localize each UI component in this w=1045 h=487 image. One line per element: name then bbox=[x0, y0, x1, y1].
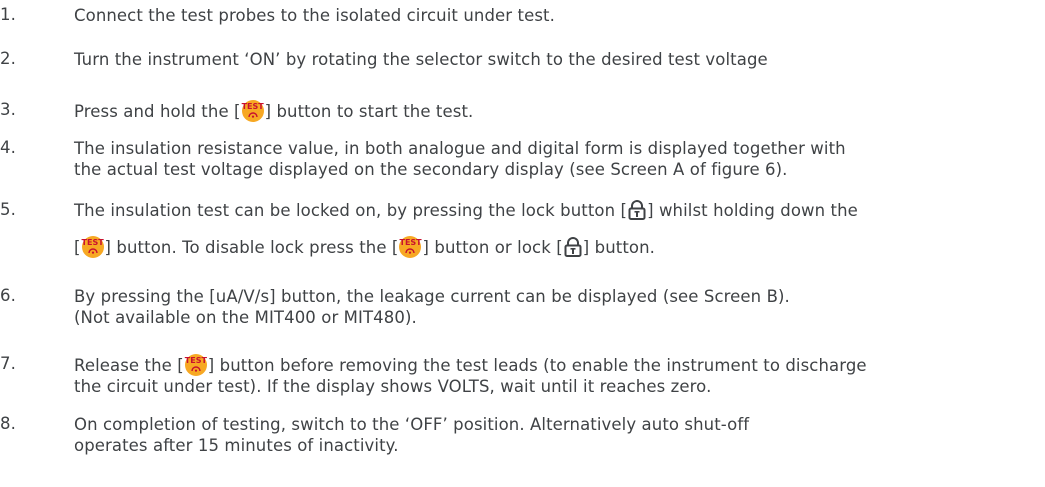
step-text: Turn the instrument ‘ON’ by rotating the… bbox=[74, 50, 768, 69]
step-number: 1. bbox=[0, 5, 16, 24]
lock-icon bbox=[628, 200, 646, 220]
step-text: ] button. To disable lock press the [ bbox=[104, 238, 399, 257]
test-button-icon: TEST bbox=[399, 236, 422, 258]
step-text: ] button before removing the test leads … bbox=[207, 356, 867, 375]
step-text: the actual test voltage displayed on the… bbox=[74, 160, 788, 179]
step-text: Release the [ bbox=[74, 356, 184, 375]
test-button-icon: TEST bbox=[184, 354, 207, 376]
step-text: ] button or lock [ bbox=[422, 238, 563, 257]
step-text: Press and hold the [ bbox=[74, 102, 241, 121]
step-text: The insulation test can be locked on, by… bbox=[74, 201, 628, 220]
step-text: [ bbox=[74, 238, 81, 257]
step-number: 4. bbox=[0, 138, 16, 157]
step-text: On completion of testing, switch to the … bbox=[74, 415, 750, 434]
test-button-icon: TEST bbox=[241, 100, 264, 122]
step-number: 8. bbox=[0, 414, 16, 433]
step-text: By pressing the [uA/V/s] button, the lea… bbox=[74, 287, 790, 306]
lock-icon bbox=[564, 237, 582, 257]
step-text: Connect the test probes to the isolated … bbox=[74, 6, 555, 25]
step-text: ] whilst holding down the bbox=[647, 201, 858, 220]
step-text: the circuit under test). If the display … bbox=[74, 377, 712, 396]
step-text: (Not available on the MIT400 or MIT480). bbox=[74, 308, 417, 327]
step-text: ] button to start the test. bbox=[264, 102, 474, 121]
step-text: operates after 15 minutes of inactivity. bbox=[74, 436, 399, 455]
step-number: 7. bbox=[0, 354, 16, 373]
step-text: ] button. bbox=[582, 238, 655, 257]
step-number: 5. bbox=[0, 200, 16, 219]
step-text: The insulation resistance value, in both… bbox=[74, 139, 846, 158]
test-button-icon: TEST bbox=[81, 236, 104, 258]
step-number: 3. bbox=[0, 100, 16, 119]
step-number: 2. bbox=[0, 49, 16, 68]
step-number: 6. bbox=[0, 286, 16, 305]
